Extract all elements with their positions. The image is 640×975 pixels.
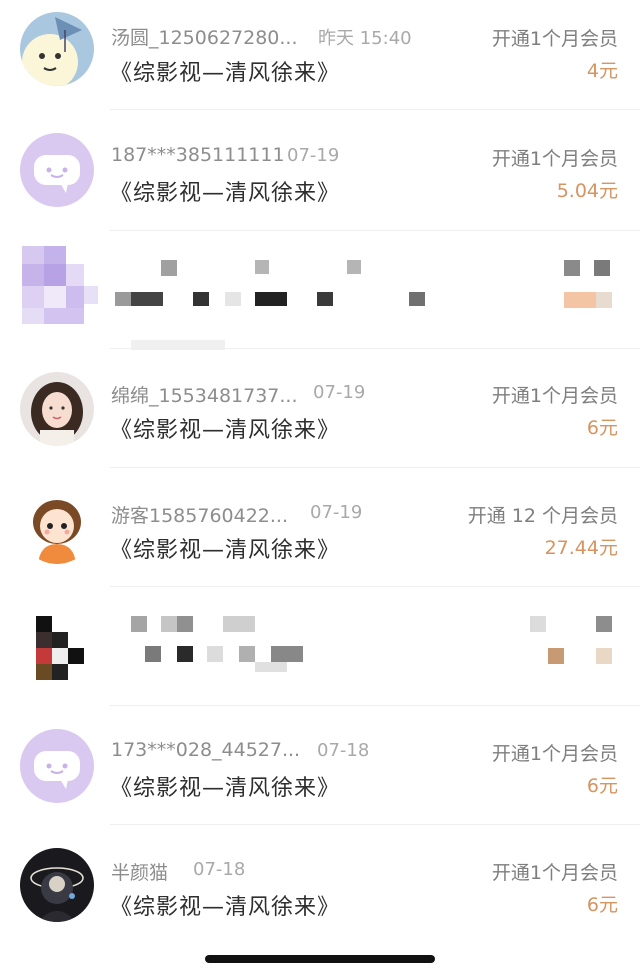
user-name: 187***385111111 [111, 144, 285, 166]
divider [110, 705, 640, 706]
list-item-blurred[interactable] [0, 594, 640, 713]
user-name: 绵绵_1553481737... [111, 385, 298, 407]
dark-art-avatar-icon[interactable] [20, 848, 94, 922]
book-title: 《综影视—清风徐来》 [110, 181, 341, 206]
list-item[interactable]: 173***028_44527... 07-18 《综影视—清风徐来》 开通1个… [0, 713, 640, 832]
record-date: 07-19 [287, 145, 340, 166]
book-title: 《综影视—清风徐来》 [110, 61, 341, 86]
record-date: 07-18 [193, 859, 246, 880]
home-indicator[interactable] [205, 955, 435, 963]
book-title: 《综影视—清风徐来》 [110, 418, 341, 443]
purchase-amount: 5.04元 [556, 180, 618, 202]
default-chat-avatar-icon[interactable] [20, 133, 94, 207]
divider [110, 109, 640, 110]
divider [110, 586, 640, 587]
purchase-amount: 6元 [586, 894, 618, 916]
pixelated-amount [530, 260, 622, 330]
purchase-amount: 27.44元 [544, 537, 618, 559]
book-title: 《综影视—清风徐来》 [110, 895, 341, 920]
record-date: 07-19 [313, 382, 366, 403]
purchase-record-list: 汤圆_1250627280... 昨天 15:40 《综影视—清风徐来》 开通1… [0, 0, 640, 975]
purchase-amount: 6元 [586, 417, 618, 439]
cartoon-girl-avatar-icon[interactable] [20, 490, 94, 564]
record-date: 07-19 [310, 502, 363, 523]
purchase-amount: 6元 [586, 775, 618, 797]
pixelated-text [115, 260, 435, 350]
purchase-description: 开通1个月会员 [491, 862, 618, 884]
list-item[interactable]: 汤圆_1250627280... 昨天 15:40 《综影视—清风徐来》 开通1… [0, 0, 640, 119]
user-name: 173***028_44527... [111, 739, 301, 761]
purchase-description: 开通1个月会员 [491, 148, 618, 170]
default-chat-avatar-icon[interactable] [20, 729, 94, 803]
pixelated-avatar [36, 616, 90, 680]
pixelated-avatar [22, 246, 102, 326]
divider [110, 230, 640, 231]
list-item-blurred[interactable] [0, 238, 640, 357]
purchase-description: 开通1个月会员 [491, 385, 618, 407]
list-item[interactable]: 绵绵_1553481737... 07-19 《综影视—清风徐来》 开通1个月会… [0, 356, 640, 475]
list-item[interactable]: 游客1585760422... 07-19 《综影视—清风徐来》 开通 12 个… [0, 475, 640, 594]
cartoon-moon-avatar-icon[interactable] [20, 12, 94, 86]
list-item[interactable]: 187***385111111 07-19 《综影视—清风徐来》 开通1个月会员… [0, 119, 640, 238]
girl-photo-avatar-icon[interactable] [20, 372, 94, 446]
user-name: 游客1585760422... [111, 505, 289, 527]
divider [110, 824, 640, 825]
record-date: 昨天 15:40 [318, 28, 412, 49]
record-date: 07-18 [317, 740, 370, 761]
purchase-description: 开通1个月会员 [491, 28, 618, 50]
user-name: 汤圆_1250627280... [111, 27, 298, 49]
list-item[interactable]: 半颜猫 07-18 《综影视—清风徐来》 开通1个月会员 6元 [0, 832, 640, 951]
user-name: 半颜猫 [111, 862, 169, 884]
pixelated-amount [530, 616, 622, 676]
pixelated-text [115, 616, 355, 676]
book-title: 《综影视—清风徐来》 [110, 776, 341, 801]
divider [110, 467, 640, 468]
divider [110, 348, 640, 349]
book-title: 《综影视—清风徐来》 [110, 538, 341, 563]
purchase-description: 开通 12 个月会员 [467, 505, 618, 527]
purchase-amount: 4元 [586, 60, 618, 82]
purchase-description: 开通1个月会员 [491, 743, 618, 765]
